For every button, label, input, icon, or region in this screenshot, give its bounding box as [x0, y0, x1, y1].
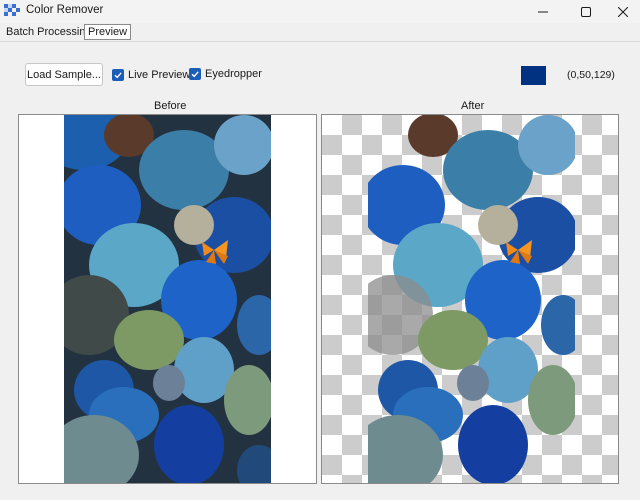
checkbox-checked-icon[interactable] — [189, 67, 201, 80]
title-bar: Color Remover — [0, 0, 640, 23]
before-image — [64, 115, 271, 483]
tab-preview[interactable]: Preview — [84, 24, 132, 40]
live-preview-checkbox[interactable]: Live Preview — [112, 67, 190, 82]
tab-batch-processing[interactable]: Batch Processing — [3, 25, 95, 41]
window-title: Color Remover — [26, 4, 104, 16]
checkerboard-icon — [4, 4, 20, 18]
maximize-icon[interactable] — [563, 0, 608, 23]
close-icon[interactable] — [606, 0, 640, 23]
load-sample-button[interactable]: Load Sample... — [25, 63, 103, 86]
checkbox-checked-icon[interactable] — [112, 68, 124, 81]
before-label: Before — [154, 100, 187, 112]
selected-color-value: (0,50,129) — [567, 69, 615, 81]
minimize-icon[interactable] — [520, 0, 565, 23]
after-preview-panel[interactable] — [321, 114, 619, 484]
tab-bar: Batch Processing Preview — [0, 23, 640, 42]
eyedropper-checkbox[interactable]: Eyedropper — [189, 66, 262, 81]
after-image — [368, 115, 575, 483]
before-preview-panel[interactable] — [18, 114, 317, 484]
live-preview-label: Live Preview — [128, 68, 191, 81]
after-label: After — [461, 100, 485, 112]
selected-color-swatch[interactable] — [521, 66, 546, 85]
eyedropper-label: Eyedropper — [205, 67, 262, 80]
